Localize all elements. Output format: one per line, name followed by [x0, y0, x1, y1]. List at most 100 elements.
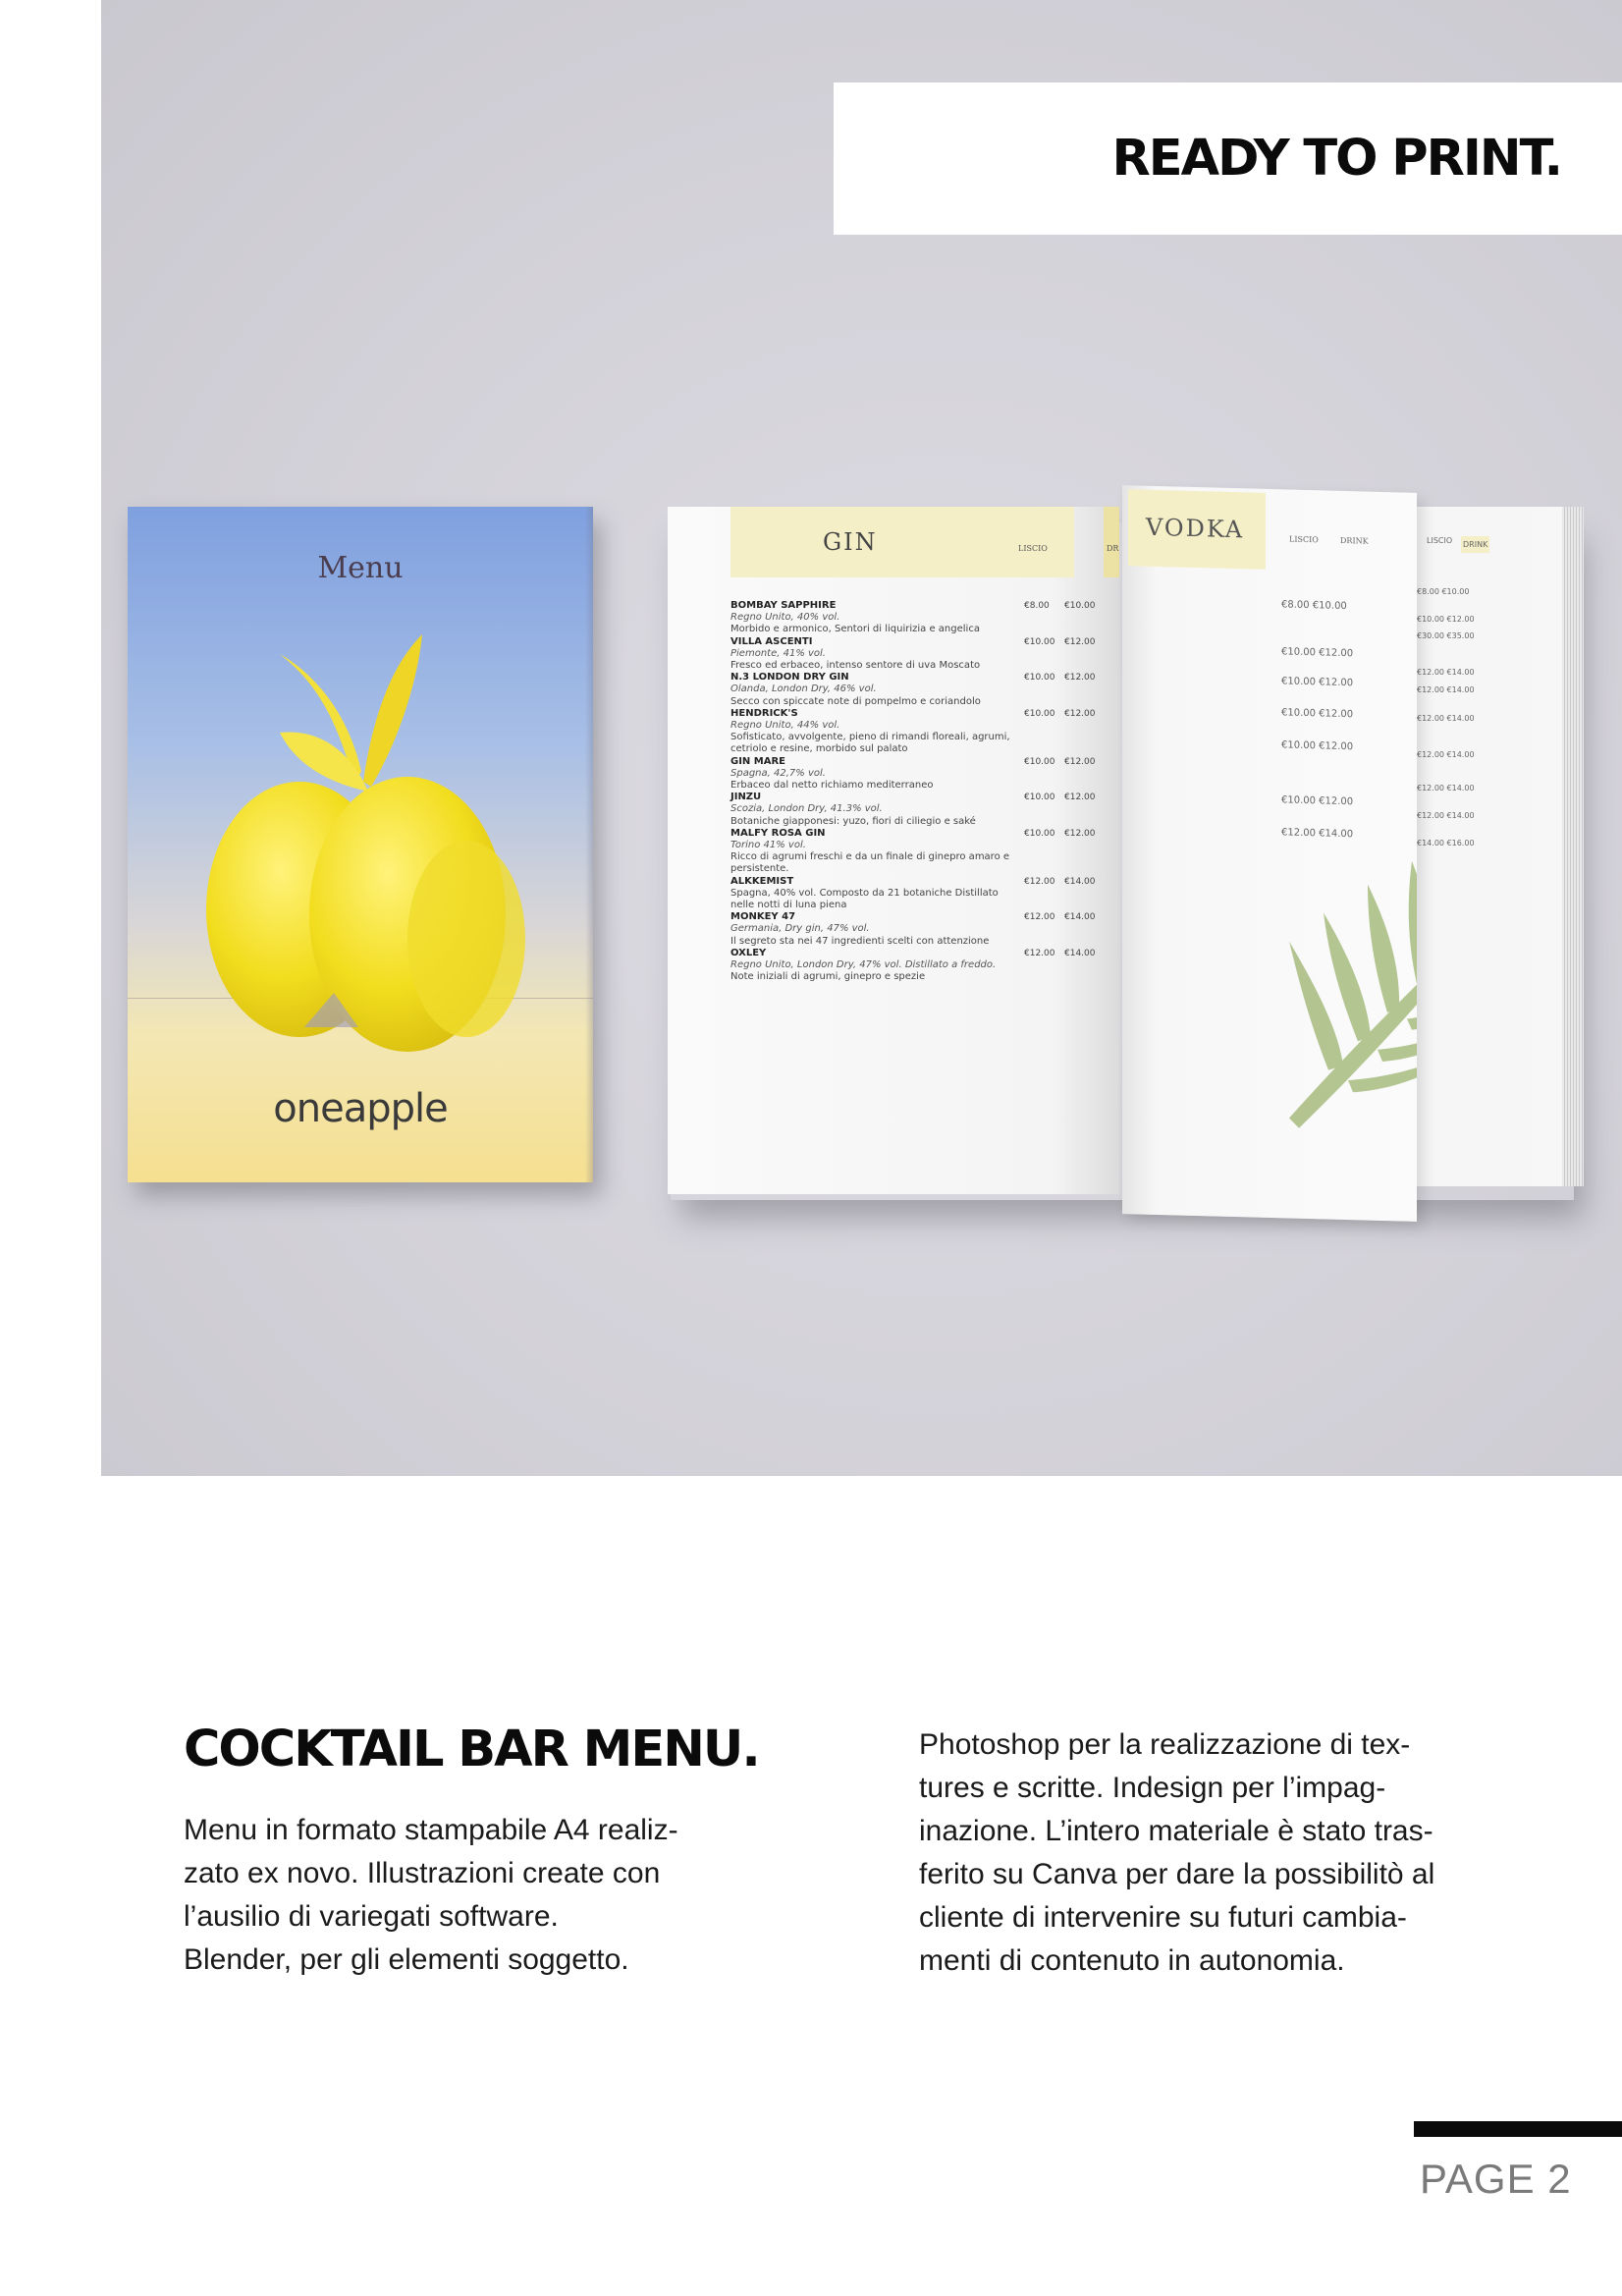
description-left: Menu in formato stampabile A4 realiz- za…	[184, 1809, 781, 1982]
hero-photo: READY TO PRINT. Menu oneapple GIN LISCIO…	[101, 0, 1622, 1476]
under-price: €12.00 €14.00	[1417, 750, 1475, 759]
footer-bar	[1414, 2121, 1622, 2137]
gin-item: JINZU Scozia, London Dry, 41.3% vol. Botan…	[730, 792, 1104, 828]
gin-item-description: Fresco ed erbaceo, intenso sentore di uv…	[730, 660, 981, 672]
under-col-liscio: LISCIO	[1427, 536, 1453, 545]
gin-item-price-drink: €12.00	[1064, 828, 1096, 839]
banner-title: READY TO PRINT.	[1111, 130, 1563, 188]
gin-item-description: Il segreto sta nei 47 ingredienti scelti…	[730, 935, 990, 947]
under-col-drink: DRINK	[1461, 536, 1490, 553]
gin-item-price-liscio: €10.00	[1024, 673, 1055, 683]
gin-item: GIN MARE Spagna, 42,7% vol. Erbaceo dal ne…	[730, 756, 1104, 793]
under-price: €12.00 €14.00	[1417, 685, 1475, 694]
gin-title: GIN	[823, 528, 878, 556]
cover-title: Menu	[317, 551, 404, 585]
under-price: €8.00 €10.00	[1417, 587, 1470, 596]
under-price: €12.00 €14.00	[1417, 811, 1475, 820]
under-price: €12.00 €14.00	[1417, 668, 1475, 677]
gin-item-description: Morbido e armonico, Sentori di liquirizi…	[730, 624, 980, 635]
vodka-price: €10.00 €12.00	[1281, 739, 1354, 753]
gin-item: N.3 LONDON DRY GIN Olanda, London Dry, 46…	[730, 672, 1104, 708]
gin-item-description: Secco con spiccate note di pompelmo e co…	[730, 695, 981, 707]
gin-item: MALFY ROSA GIN Torino 41% vol. Ricco di ag…	[730, 828, 1104, 876]
gin-item-origin: Regno Unito, 40% vol.	[730, 612, 840, 624]
gin-item-price-drink: €12.00	[1064, 673, 1096, 683]
banner: READY TO PRINT.	[834, 82, 1622, 235]
gin-item-price-drink: €10.00	[1064, 601, 1096, 611]
para2-line: cliente di intervenire su futuri cambia-	[919, 1901, 1407, 1934]
gin-item-description: Spagna, 40% vol. Composto da 21 botanich…	[730, 887, 999, 911]
gin-item-origin: Torino 41% vol.	[730, 840, 806, 851]
para2-line: Photoshop per la realizzazione di tex-	[919, 1728, 1411, 1761]
vodka-title: VODKA	[1146, 513, 1245, 544]
gin-item: BOMBAY SAPPHIRE Regno Unito, 40% vol. Morb…	[730, 600, 1104, 636]
gin-item-price-liscio: €12.00	[1024, 876, 1055, 887]
under-price: €12.00 €14.00	[1417, 784, 1475, 793]
para2-line: ferito su Canva per dare la possibilitò …	[919, 1858, 1435, 1890]
vodka-price: €8.00 €10.00	[1281, 599, 1347, 613]
para2-line: menti di contenuto in autonomia.	[919, 1944, 1345, 1977]
vodka-price: €10.00 €12.00	[1281, 646, 1354, 660]
para1-line: l’ausilio di variegati software.	[184, 1900, 559, 1933]
para1-line: Blender, per gli elementi soggetto.	[184, 1943, 629, 1976]
para2-line: tures e scritte. Indesign per l’impag-	[919, 1772, 1386, 1804]
under-price: €14.00 €16.00	[1417, 839, 1475, 847]
under-price: €30.00 €35.00	[1417, 631, 1475, 640]
gin-item-origin: Regno Unito, London Dry, 47% vol. Distil…	[730, 959, 997, 971]
gin-item-price-drink: €12.00	[1064, 793, 1096, 803]
gin-item-description: Ricco di agrumi freschi e da un finale d…	[730, 851, 1010, 875]
gin-item-origin: Germania, Dry gin, 47% vol.	[730, 923, 870, 935]
gin-page: GIN LISCIO DRINK BOMBAY SAPPHIRERegno Un…	[668, 507, 1119, 1194]
gin-item-price-liscio: €10.00	[1024, 793, 1055, 803]
gin-item: HENDRICK'S Regno Unito, 44% vol. Sofistica…	[730, 708, 1104, 756]
drink-column-bar	[1104, 507, 1119, 577]
gin-item-description: Botaniche giapponesi: yuzo, fiori di cil…	[730, 815, 976, 827]
col-drink: DRINK	[1107, 544, 1119, 553]
gin-item-origin: Regno Unito, 44% vol.	[730, 720, 840, 732]
gin-item-price-liscio: €10.00	[1024, 708, 1055, 719]
para1-line: zato ex novo. Illustrazioni create con	[184, 1857, 661, 1889]
gin-item-origin: Scozia, London Dry, 41.3% vol.	[730, 803, 883, 815]
vodka-price: €12.00 €14.00	[1281, 827, 1354, 841]
gin-item-price-drink: €14.00	[1064, 948, 1096, 958]
vodka-price: €10.00 €12.00	[1281, 676, 1354, 689]
vodka-header: VODKA	[1128, 489, 1266, 570]
gin-item-origin: Spagna, 42,7% vol.	[730, 767, 826, 779]
gin-item-description: Erbaceo dal netto richiamo mediterraneo	[730, 780, 934, 792]
under-price: €12.00 €14.00	[1417, 714, 1475, 723]
page-number: PAGE 2	[1420, 2156, 1572, 2202]
gin-item-price-liscio: €10.00	[1024, 828, 1055, 839]
vodka-col-drink: DRINK	[1340, 535, 1369, 546]
gin-item-price-drink: €12.00	[1064, 756, 1096, 767]
gin-item: VILLA ASCENTI Piemonte, 41% vol. Fresco ed…	[730, 636, 1104, 673]
col-liscio: LISCIO	[1018, 544, 1048, 553]
gin-item-price-liscio: €12.00	[1024, 912, 1055, 923]
gin-item-origin: Olanda, London Dry, 46% vol.	[730, 683, 877, 695]
gin-item-price-liscio: €10.00	[1024, 636, 1055, 647]
palm-leaf-shadow	[1289, 860, 1417, 1128]
section-heading: COCKTAIL BAR MENU.	[184, 1721, 761, 1778]
page-edges	[1562, 507, 1584, 1186]
vodka-page: VODKA LISCIO DRINK €8.00 €10.00 €10.00 €1…	[1122, 485, 1417, 1222]
vodka-price: €10.00 €12.00	[1281, 707, 1354, 721]
apple-illustration	[206, 634, 525, 1052]
menu-cover: Menu oneapple	[128, 507, 593, 1182]
gin-header: GIN LISCIO DRINK	[730, 507, 1119, 577]
gin-item-price-drink: €12.00	[1064, 636, 1096, 647]
gin-item-price-liscio: €12.00	[1024, 948, 1055, 958]
gin-item-description: Note iniziali di agrumi, ginepro e spezi…	[730, 971, 926, 983]
gin-item-price-drink: €12.00	[1064, 708, 1096, 719]
vodka-price: €10.00 €12.00	[1281, 794, 1354, 808]
gin-item: ALKKEMIST Spagna, 40% vol. Composto da 21…	[730, 876, 1104, 912]
description-right: Photoshop per la realizzazione di tex- t…	[919, 1723, 1516, 1983]
gin-item-price-drink: €14.00	[1064, 876, 1096, 887]
cover-brand: oneapple	[273, 1086, 448, 1131]
gin-item-price-liscio: €10.00	[1024, 756, 1055, 767]
gin-item-description: Sofisticato, avvolgente, pieno di rimand…	[730, 732, 1010, 755]
under-price: €10.00 €12.00	[1417, 615, 1475, 624]
para2-line: inazione. L’intero materiale è stato tra…	[919, 1815, 1433, 1847]
gin-item-price-drink: €14.00	[1064, 912, 1096, 923]
vodka-col-liscio: LISCIO	[1289, 534, 1319, 545]
para1-line: Menu in formato stampabile A4 realiz-	[184, 1814, 678, 1846]
gin-item-price-liscio: €8.00	[1024, 601, 1050, 611]
